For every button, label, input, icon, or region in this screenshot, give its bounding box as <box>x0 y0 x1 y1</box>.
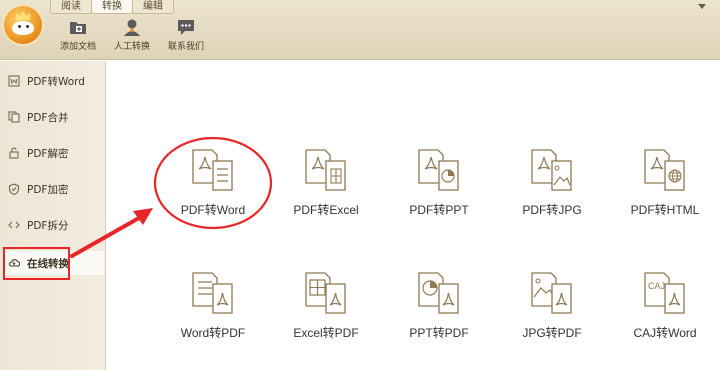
manual-convert-button[interactable]: 人工转换 <box>106 18 158 52</box>
contact-us-button[interactable]: 联系我们 <box>160 18 212 52</box>
crown-shape <box>16 11 30 20</box>
caj-to-word-icon: CAJ <box>644 272 685 314</box>
toolbar: 添加文档 人工转换 联系我们 <box>52 18 214 52</box>
sidebar-item-label: PDF拆分 <box>27 219 69 232</box>
converter-pdf-to-word[interactable]: PDF转Word <box>158 147 268 218</box>
converter-label: PPT转PDF <box>409 326 469 340</box>
top-bar: 阅读 转换 编辑 添加文档 人工转换 联系我们 <box>0 0 720 60</box>
person-icon <box>124 19 140 36</box>
split-icon <box>8 221 20 229</box>
word-icon <box>8 75 20 87</box>
contact-us-label: 联系我们 <box>167 42 204 52</box>
app-logo[interactable] <box>4 6 42 44</box>
add-document-label: 添加文档 <box>59 42 96 52</box>
converter-label: Excel转PDF <box>293 326 359 340</box>
add-document-button[interactable]: 添加文档 <box>52 18 104 52</box>
mascot-face <box>12 21 34 35</box>
converter-grid: PDF转Word PDF转Excel PDF转PPT PDF转JPG PDF转H… <box>107 61 720 370</box>
converter-label: PDF转Excel <box>293 203 359 217</box>
sidebar: PDF转Word PDF合并 PDF解密 PDF加密 PDF拆分 在线转换 <box>0 61 106 370</box>
converter-label: Word转PDF <box>180 326 246 340</box>
converter-label: JPG转PDF <box>522 326 582 340</box>
converter-label: PDF转HTML <box>630 203 700 217</box>
converter-word-to-pdf[interactable]: Word转PDF <box>158 270 268 341</box>
converter-caj-to-word[interactable]: CAJ CAJ转Word <box>610 270 720 341</box>
mascot-eye <box>26 25 29 28</box>
sidebar-item-pdf-split[interactable]: PDF拆分 <box>0 213 106 237</box>
ppt-to-pdf-icon <box>418 272 459 314</box>
converter-jpg-to-pdf[interactable]: JPG转PDF <box>497 270 607 341</box>
pdf-to-html-icon <box>644 149 685 191</box>
word-to-pdf-icon <box>192 272 233 314</box>
excel-to-pdf-icon <box>305 272 346 314</box>
converter-label: PDF转JPG <box>522 203 582 217</box>
converter-excel-to-pdf[interactable]: Excel转PDF <box>271 270 381 341</box>
pdf-to-word-icon <box>192 149 233 191</box>
sidebar-item-pdf-merge[interactable]: PDF合并 <box>0 105 106 129</box>
pdf-to-excel-icon <box>305 149 346 191</box>
manual-convert-label: 人工转换 <box>113 42 150 52</box>
sidebar-item-label: PDF加密 <box>27 183 69 196</box>
converter-label: CAJ转Word <box>633 326 697 340</box>
sidebar-item-label: PDF解密 <box>27 147 69 160</box>
window-menu-caret-icon[interactable] <box>698 4 706 9</box>
sidebar-item-pdf-decrypt[interactable]: PDF解密 <box>0 141 106 165</box>
mascot-eye <box>18 25 21 28</box>
converter-label: PDF转PPT <box>409 203 469 217</box>
jpg-to-pdf-icon <box>531 272 572 314</box>
sidebar-item-label: PDF合并 <box>27 111 69 124</box>
converter-pdf-to-html[interactable]: PDF转HTML <box>610 147 720 218</box>
sidebar-item-pdf-encrypt[interactable]: PDF加密 <box>0 177 106 201</box>
pdf-to-ppt-icon <box>418 149 459 191</box>
tab-read[interactable]: 阅读 <box>50 0 92 14</box>
converter-pdf-to-excel[interactable]: PDF转Excel <box>271 147 381 218</box>
tab-convert[interactable]: 转换 <box>91 0 133 14</box>
merge-icon <box>8 111 20 123</box>
sidebar-item-pdf-to-word[interactable]: PDF转Word <box>0 69 106 93</box>
converter-label: PDF转Word <box>180 203 246 217</box>
sidebar-item-label: PDF转Word <box>27 75 85 88</box>
pdf-to-jpg-icon <box>531 149 572 191</box>
converter-ppt-to-pdf[interactable]: PPT转PDF <box>384 270 494 341</box>
converter-pdf-to-jpg[interactable]: PDF转JPG <box>497 147 607 218</box>
caj-text: CAJ <box>648 281 665 291</box>
tab-edit[interactable]: 编辑 <box>132 0 174 14</box>
add-document-icon <box>70 22 86 34</box>
converter-pdf-to-ppt[interactable]: PDF转PPT <box>384 147 494 218</box>
highlight-box <box>3 247 70 280</box>
unlock-icon <box>9 147 19 159</box>
tab-bar: 阅读 转换 编辑 <box>50 0 174 14</box>
shield-icon <box>9 183 19 195</box>
chat-icon <box>178 20 194 35</box>
